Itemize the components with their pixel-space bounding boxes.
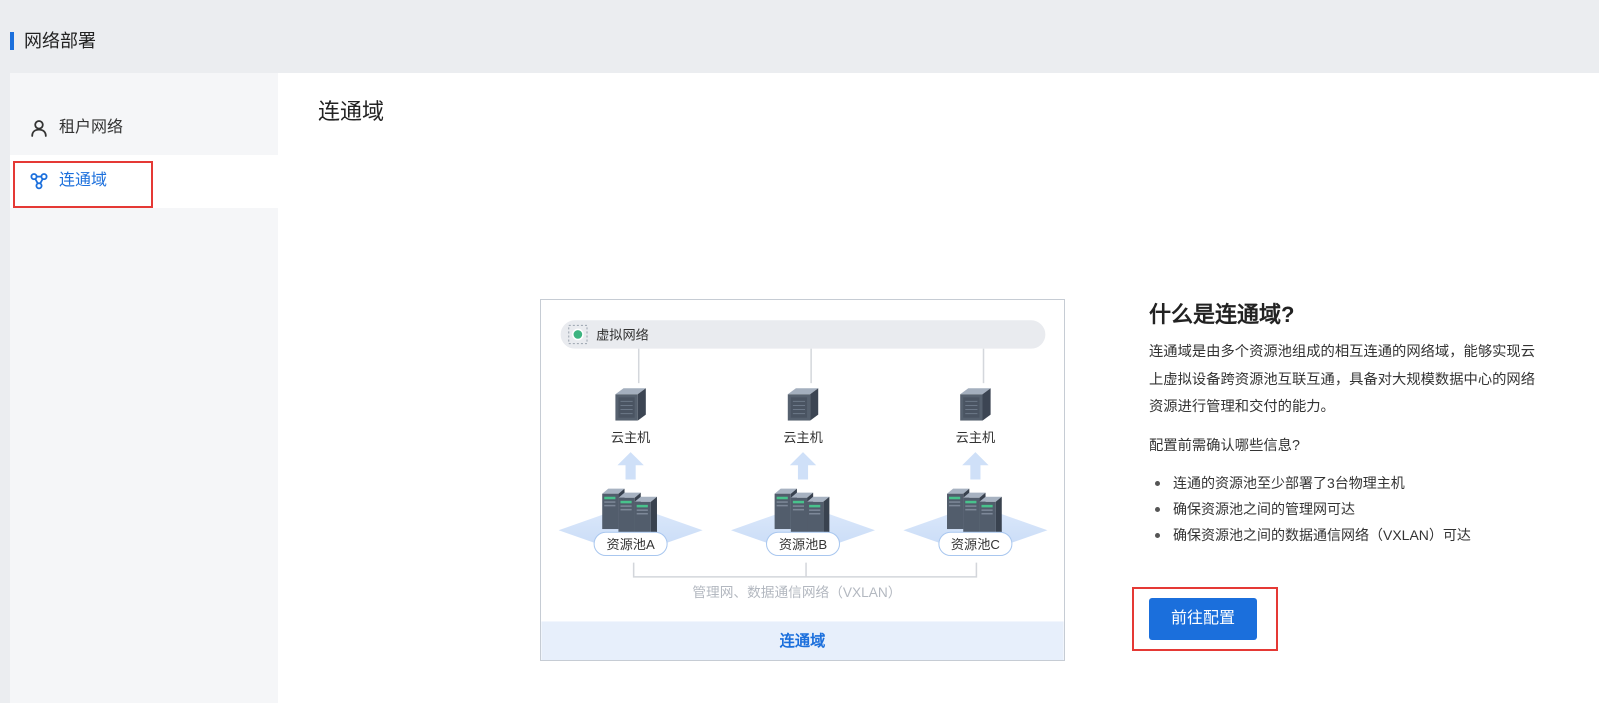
network-bracket bbox=[632, 562, 978, 578]
bullet-icon bbox=[1155, 506, 1160, 512]
checklist: 连通的资源池至少部署了3台物理主机 确保资源池之间的管理网可达 确保资源池之间的… bbox=[1149, 470, 1471, 548]
resource-pool-c: 云主机 资源池C bbox=[903, 348, 1048, 557]
pool-label: 资源池A bbox=[606, 537, 655, 552]
vm-server-icon bbox=[787, 387, 819, 421]
header-accent-bar bbox=[10, 32, 14, 50]
sidebar-item-connectivity-domain[interactable]: 连通域 bbox=[10, 155, 278, 208]
sidebar: 租户网络 连通域 bbox=[10, 73, 278, 703]
up-arrow-icon bbox=[789, 452, 817, 480]
sidebar-item-label: 租户网络 bbox=[59, 119, 124, 136]
sidebar-item-label: 连通域 bbox=[59, 172, 108, 189]
rack-server-icon bbox=[634, 496, 657, 538]
checklist-heading: 配置前需确认哪些信息? bbox=[1149, 438, 1300, 454]
vm-server-icon bbox=[959, 387, 992, 421]
network-label: 管理网、数据通信网络（VXLAN） bbox=[692, 585, 901, 600]
list-item: 确保资源池之间的数据通信网络（VXLAN）可达 bbox=[1149, 522, 1471, 548]
resource-pool-b: 云主机 资源池B bbox=[731, 348, 876, 557]
vm-server-icon bbox=[614, 387, 647, 421]
rack-server-icon bbox=[807, 496, 830, 538]
list-item-text: 连通的资源池至少部署了3台物理主机 bbox=[1173, 475, 1405, 491]
vm-label: 云主机 bbox=[956, 430, 996, 445]
pool-label: 资源池C bbox=[951, 537, 1001, 552]
bullet-icon bbox=[1155, 532, 1160, 538]
page-header-title: 网络部署 bbox=[24, 31, 96, 51]
resource-pool-a: 云主机 资源池A bbox=[558, 348, 703, 557]
top-header: 网络部署 bbox=[0, 0, 1599, 73]
list-item: 连通的资源池至少部署了3台物理主机 bbox=[1149, 470, 1471, 496]
up-arrow-icon bbox=[962, 452, 989, 480]
rack-server-icon bbox=[979, 496, 1002, 538]
list-item: 确保资源池之间的管理网可达 bbox=[1149, 496, 1471, 522]
vm-label: 云主机 bbox=[611, 430, 651, 445]
list-item-text: 确保资源池之间的管理网可达 bbox=[1173, 501, 1355, 517]
diagram-canvas: 虚拟网络 云主机 资源池A 云主机 资源池B 云主机 资源池C 管理网、数据通信… bbox=[541, 320, 1064, 660]
diagram-footer-label: 连通域 bbox=[780, 632, 826, 650]
vm-label: 云主机 bbox=[783, 430, 823, 445]
page-title: 连通域 bbox=[318, 99, 385, 124]
bullet-icon bbox=[1155, 480, 1160, 486]
intro-description: 连通域是由多个资源池组成的相互连通的网络域，能够实现云上虚拟设备跨资源池互联互通… bbox=[1149, 344, 1536, 415]
network-icon bbox=[30, 172, 48, 190]
sidebar-item-tenant-network[interactable]: 租户网络 bbox=[10, 102, 278, 155]
pool-label: 资源池B bbox=[779, 537, 828, 552]
connectivity-domain-diagram: 虚拟网络 云主机 资源池A 云主机 资源池B 云主机 资源池C 管理网、数据通信… bbox=[540, 299, 1065, 661]
virtual-network-label: 虚拟网络 bbox=[596, 328, 649, 343]
virtual-network-dot bbox=[572, 328, 584, 341]
up-arrow-icon bbox=[617, 452, 644, 480]
list-item-text: 确保资源池之间的数据通信网络（VXLAN）可达 bbox=[1173, 527, 1471, 543]
user-icon bbox=[30, 119, 48, 137]
intro-heading: 什么是连通域? bbox=[1149, 302, 1295, 327]
configure-button[interactable]: 前往配置 bbox=[1149, 598, 1257, 640]
